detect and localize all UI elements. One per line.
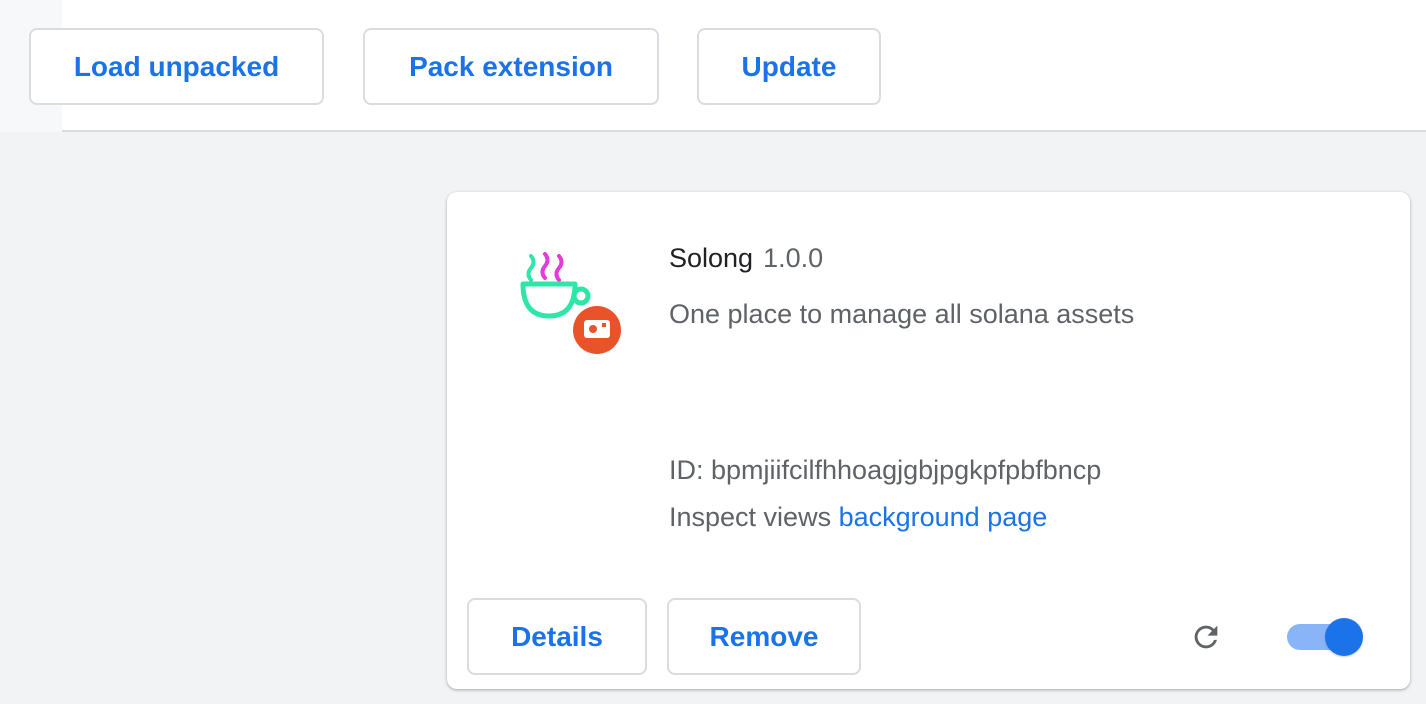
load-unpacked-button[interactable]: Load unpacked	[29, 28, 324, 105]
details-button[interactable]: Details	[467, 598, 647, 675]
toolbar: Load unpacked Pack extension Update	[0, 0, 1426, 132]
extension-id: ID: bpmjiifcilfhhoagjgbjpgkpfpbfbncp	[669, 455, 1102, 485]
extension-version: 1.0.0	[763, 243, 824, 273]
extension-description: One place to manage all solana assets	[669, 299, 1135, 329]
extension-name: Solong	[669, 243, 754, 273]
extension-title: Solong 1.0.0	[669, 242, 823, 274]
reload-icon[interactable]	[1189, 620, 1223, 654]
inspect-views-label: Inspect views	[669, 502, 832, 532]
update-button[interactable]: Update	[697, 28, 881, 105]
extension-card: Solong 1.0.0 One place to manage all sola…	[447, 192, 1410, 689]
background-page-link[interactable]: background page	[839, 502, 1048, 532]
extension-enable-toggle[interactable]	[1287, 618, 1365, 656]
inspect-views-row: Inspect views background page	[669, 501, 1047, 533]
remove-button[interactable]: Remove	[667, 598, 861, 675]
pack-extension-button[interactable]: Pack extension	[363, 28, 659, 105]
toggle-knob	[1325, 618, 1363, 656]
solong-cup-icon	[520, 252, 621, 354]
unpacked-badge-icon	[573, 306, 621, 354]
